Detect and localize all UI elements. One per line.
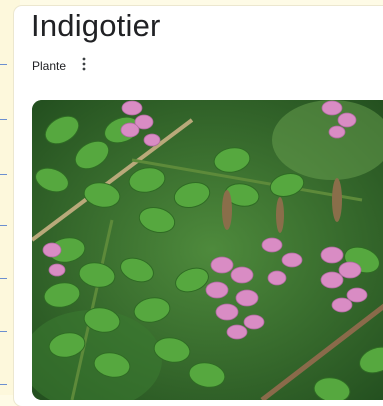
margin-tick [0, 331, 7, 332]
margin-tick [0, 384, 7, 385]
margin-tick [0, 64, 7, 65]
plant-photo[interactable] [32, 100, 383, 400]
margin-tick [0, 174, 7, 175]
vertical-dots-icon[interactable] [76, 56, 92, 72]
panel-subtitle: Plante [32, 59, 67, 73]
plant-photo-illustration [32, 100, 383, 400]
margin-tick [0, 278, 7, 279]
panel-title: Indigotier [31, 8, 161, 43]
panel-subtitle-row: Plante [32, 56, 92, 74]
margin-tick [0, 119, 7, 120]
margin-tick [0, 225, 7, 226]
